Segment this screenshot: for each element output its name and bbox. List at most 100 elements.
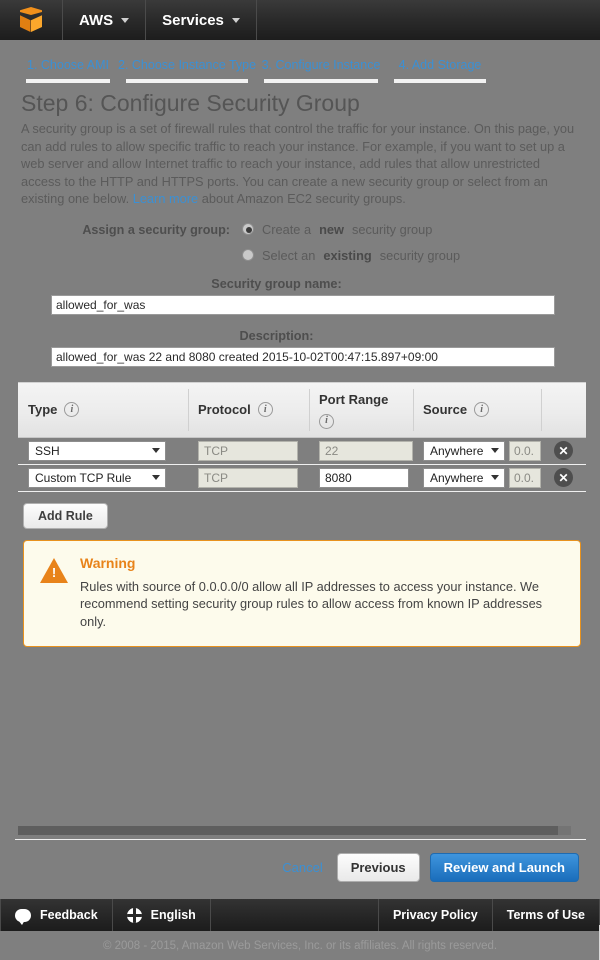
rule-delete-cell: ✕ <box>541 468 586 487</box>
wizard-content-panel: Step 6: Configure Security Group A secur… <box>15 84 586 840</box>
info-icon[interactable]: i <box>257 402 273 417</box>
close-circle-icon[interactable]: ✕ <box>554 441 573 460</box>
security-group-description-label: Description: <box>239 328 314 343</box>
footer-bar: Feedback English Privacy Policy Terms of… <box>0 899 600 931</box>
nav-item-aws-label: AWS <box>79 11 114 29</box>
rule-cidr-value: 0.0. <box>514 470 535 485</box>
horizontal-scrollbar-track[interactable] <box>18 826 571 835</box>
radio-button-unselected-icon[interactable] <box>242 249 254 261</box>
rule-type-select-0[interactable]: SSH <box>28 440 166 461</box>
nav-item-aws[interactable]: AWS <box>63 0 145 40</box>
rule-port-cell: 22 <box>309 440 413 461</box>
aws-cube-icon <box>19 7 43 33</box>
radio-label-strong: existing <box>323 247 372 263</box>
chevron-down-icon <box>121 17 130 23</box>
rule-protocol-readonly-1: TCP <box>198 467 298 488</box>
radio-select-existing-security-group[interactable]: Select an existing security group <box>242 248 460 263</box>
horizontal-scrollbar-thumb[interactable] <box>18 826 558 835</box>
rule-port-value: 8080 <box>325 470 352 485</box>
rule-port-value: 22 <box>325 443 339 458</box>
copyright-text: © 2008 - 2015, Amazon Web Services, Inc.… <box>0 931 600 960</box>
column-header-source: Source i <box>413 383 541 437</box>
info-icon[interactable]: i <box>474 402 490 417</box>
radio-button-selected-icon[interactable] <box>242 223 254 235</box>
nav-item-services-label: Services <box>162 11 224 29</box>
radio-label-part1: Create a <box>262 221 312 237</box>
nav-divider <box>255 0 257 40</box>
security-group-description-block: Description: <box>18 329 583 367</box>
warning-title: Warning <box>80 554 136 571</box>
table-row: SSH TCP 22 Anywhere 0.0. ✕ <box>18 438 586 465</box>
radio-create-new-security-group[interactable]: Create a new security group <box>242 222 460 237</box>
review-and-launch-button[interactable]: Review and Launch <box>429 852 579 882</box>
rule-protocol-readonly-0: TCP <box>198 440 298 461</box>
close-circle-icon[interactable]: ✕ <box>554 468 573 487</box>
footer-spacer <box>211 899 378 931</box>
breadcrumb-choose-ami[interactable]: 1. Choose AMI <box>18 56 118 83</box>
rule-port-input-1[interactable]: 8080 <box>319 467 409 488</box>
footer-terms-of-use-link[interactable]: Terms of Use <box>493 899 599 931</box>
breadcrumb-configure-instance[interactable]: 3. Configure Instance <box>256 56 386 83</box>
rule-source-value: Anywhere <box>430 470 484 485</box>
rule-type-cell: SSH <box>18 440 188 461</box>
security-group-description-input[interactable] <box>51 346 555 367</box>
rule-source-cell: Anywhere 0.0. <box>413 440 541 461</box>
footer-language-label: English <box>150 908 196 922</box>
rule-source-select-0[interactable]: Anywhere <box>423 440 505 461</box>
column-header-delete <box>541 383 586 437</box>
breadcrumb-label: 1. Choose AMI <box>27 58 109 72</box>
info-icon[interactable]: i <box>64 402 80 417</box>
add-rule-button[interactable]: Add Rule <box>23 502 108 529</box>
breadcrumb-label: 2. Choose Instance Type <box>118 58 257 72</box>
chevron-down-icon <box>491 448 499 453</box>
column-header-protocol-label: Protocol <box>198 402 251 417</box>
breadcrumb-add-storage[interactable]: 4. Add Storage <box>386 56 494 83</box>
info-icon[interactable]: i <box>319 413 334 429</box>
assign-security-group-radios: Create a new security group Select an ex… <box>242 222 460 263</box>
rule-source-cell: Anywhere 0.0. <box>413 467 541 488</box>
security-group-rules-table: Type i Protocol i Port Range i Source i … <box>18 381 586 492</box>
rule-type-select-1[interactable]: Custom TCP Rule <box>28 467 166 488</box>
breadcrumb-choose-instance-type[interactable]: 2. Choose Instance Type <box>118 56 256 83</box>
chevron-down-icon <box>231 17 240 23</box>
description-text-part2: about Amazon EC2 security groups. <box>198 191 406 206</box>
rule-cidr-input-0[interactable]: 0.0. <box>509 440 541 461</box>
rules-table-header: Type i Protocol i Port Range i Source i <box>18 381 586 438</box>
footer-feedback-label: Feedback <box>40 908 98 922</box>
rule-source-select-1[interactable]: Anywhere <box>423 467 505 488</box>
speech-bubble-icon <box>15 908 31 925</box>
table-row: Custom TCP Rule TCP 8080 Anywhere 0.0. ✕ <box>18 465 586 492</box>
warning-triangle-icon: ! <box>40 557 68 583</box>
warning-body: Rules with source of 0.0.0.0/0 allow all… <box>80 578 543 629</box>
cancel-button[interactable]: Cancel <box>282 860 326 875</box>
assign-security-group-row: Assign a security group: Create a new se… <box>18 222 583 263</box>
column-header-source-label: Source <box>423 402 468 417</box>
page-description: A security group is a set of firewall ru… <box>18 120 583 208</box>
nav-item-services[interactable]: Services <box>146 0 256 40</box>
rule-delete-cell: ✕ <box>541 441 586 460</box>
footer-feedback-link[interactable]: Feedback <box>1 899 112 931</box>
aws-ec2-launch-wizard-page: AWS Services 1. Choose AMI 2. Choose Ins… <box>0 0 600 960</box>
breadcrumb-label: 3. Configure Instance <box>261 58 381 72</box>
footer-privacy-policy-link[interactable]: Privacy Policy <box>379 899 492 931</box>
radio-label-part2: security group <box>379 247 461 263</box>
warning-box: ! Warning Rules with source of 0.0.0.0/0… <box>23 539 581 647</box>
aws-logo[interactable] <box>0 7 62 33</box>
radio-label-part2: security group <box>351 221 433 237</box>
chevron-down-icon <box>152 475 160 480</box>
security-group-name-input[interactable] <box>51 294 555 315</box>
column-header-port-range: Port Range i <box>309 383 413 437</box>
rule-protocol-cell: TCP <box>188 440 309 461</box>
radio-label-strong: new <box>319 221 344 237</box>
previous-button[interactable]: Previous <box>336 852 420 882</box>
radio-label-part1: Select an <box>262 247 316 263</box>
footer-language-link[interactable]: English <box>113 899 210 931</box>
assign-security-group-label: Assign a security group: <box>82 222 230 237</box>
breadcrumb-label: 4. Add Storage <box>398 58 482 72</box>
learn-more-link[interactable]: Learn more <box>133 191 198 206</box>
column-header-port-range-label: Port Range <box>319 391 389 407</box>
page-title: Step 6: Configure Security Group <box>21 90 360 116</box>
rule-cidr-input-1[interactable]: 0.0. <box>509 467 541 488</box>
column-header-type: Type i <box>18 383 188 437</box>
rule-source-value: Anywhere <box>430 443 484 458</box>
